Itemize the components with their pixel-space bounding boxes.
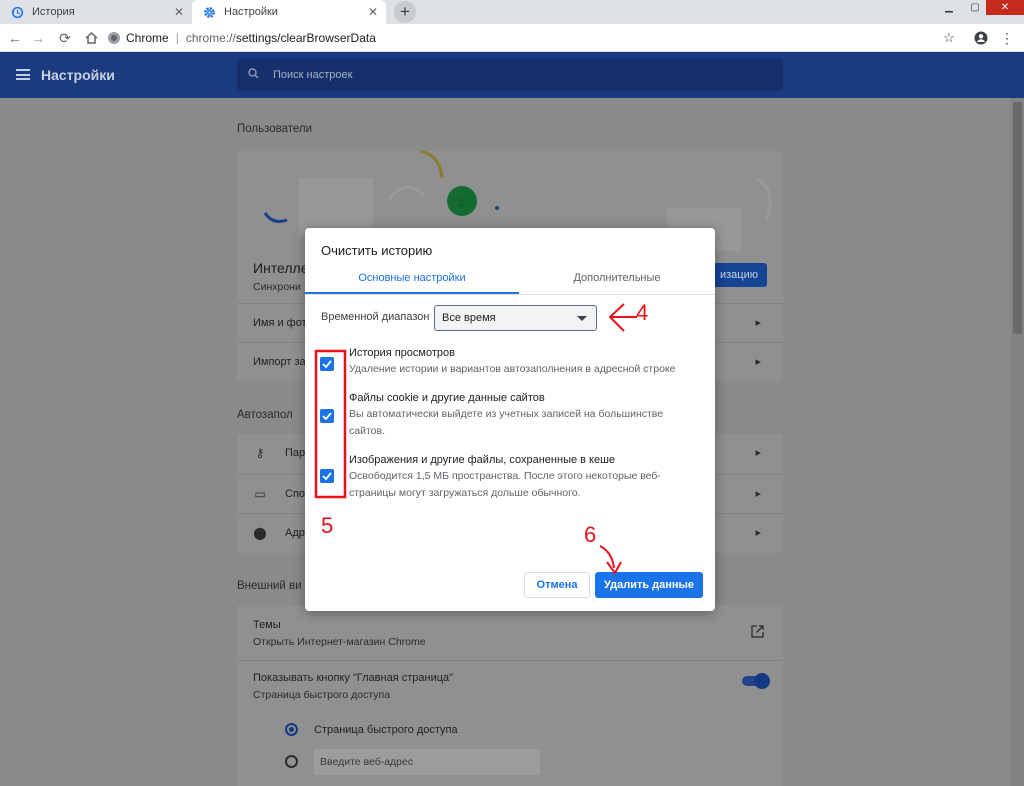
- item-description: Освободится 1,5 МБ пространства. После э…: [349, 470, 661, 499]
- home-button-toggle[interactable]: [742, 673, 770, 689]
- chevron-right-icon: ▸: [755, 527, 761, 539]
- themes-title: Темы: [253, 619, 281, 631]
- checkmark-icon: [322, 412, 332, 420]
- custom-url-input[interactable]: Введите веб-адрес: [314, 749, 540, 775]
- tab-history[interactable]: История ✕: [0, 0, 192, 24]
- window-close-icon[interactable]: ✕: [986, 0, 1024, 15]
- tab-basic-settings[interactable]: Основные настройки: [305, 272, 519, 294]
- radio-custom-url[interactable]: [285, 755, 298, 768]
- annotation-number-5: 5: [321, 513, 334, 538]
- site-label: Chrome: [126, 31, 169, 45]
- home-button-subtitle: Страница быстрого доступа: [253, 689, 391, 701]
- delete-data-button[interactable]: Удалить данные: [595, 572, 703, 598]
- chevron-right-icon: ▸: [755, 488, 761, 500]
- section-appearance-label: Внешний ви: [237, 580, 302, 592]
- toggle-knob: [754, 673, 770, 689]
- themes-subtitle: Открыть Интернет-магазин Chrome: [253, 636, 426, 648]
- back-icon[interactable]: ←: [5, 28, 25, 48]
- checkmark-icon: [322, 472, 332, 480]
- home-button-title: Показывать кнопку "Главная страница": [253, 672, 454, 684]
- row-label: Адр: [285, 527, 305, 539]
- checkmark-icon: [322, 360, 332, 368]
- item-title: Файлы cookie и другие данные сайтов: [349, 392, 545, 404]
- close-icon[interactable]: ✕: [174, 5, 184, 19]
- location-pin-icon: ⬤: [253, 526, 267, 540]
- item-description: Вы автоматически выйдете из учетных запи…: [349, 408, 664, 437]
- external-link-icon[interactable]: [751, 625, 764, 641]
- scrollbar-thumb[interactable]: [1013, 102, 1022, 334]
- url-input-placeholder: Введите веб-адрес: [320, 756, 414, 768]
- minimize-icon[interactable]: ▁: [935, 0, 963, 15]
- settings-header: Настройки: [0, 52, 1024, 98]
- svg-text:$: $: [458, 195, 465, 209]
- url-path: settings/clearBrowserData: [235, 31, 376, 45]
- home-icon[interactable]: [81, 28, 101, 48]
- omnibox-separator: |: [175, 31, 179, 45]
- account-icon[interactable]: [971, 28, 991, 48]
- page-title: Настройки: [41, 67, 115, 83]
- chrome-icon: [108, 32, 120, 44]
- search-input[interactable]: [273, 66, 573, 84]
- item-description: Удаление истории и вариантов автозаполне…: [349, 363, 676, 375]
- row-label: Пар: [285, 447, 306, 459]
- hamburger-menu-icon[interactable]: [16, 69, 30, 80]
- tab-divider: [305, 294, 715, 295]
- bookmark-star-icon[interactable]: ☆: [939, 28, 959, 48]
- new-tab-button[interactable]: +: [394, 1, 416, 23]
- key-icon: ⚷: [255, 446, 265, 460]
- row-label: Импорт за: [253, 356, 306, 368]
- url-scheme: chrome://: [185, 31, 236, 45]
- tab-advanced[interactable]: Дополнительные: [519, 272, 715, 294]
- browser-toolbar: ← → ⟳ Chrome | chrome://settings/clearBr…: [0, 24, 1024, 52]
- row-label: Спо: [285, 488, 306, 500]
- tab-label: История: [32, 6, 75, 18]
- tab-label: Настройки: [224, 6, 278, 18]
- menu-dots-icon[interactable]: ⋮: [997, 28, 1017, 48]
- settings-search[interactable]: [237, 59, 783, 91]
- close-icon[interactable]: ✕: [368, 5, 378, 19]
- profile-name: Интелле: [253, 260, 309, 276]
- tab-strip: История ✕ Настройки ✕ + ▁ ▢ ✕: [0, 0, 1024, 24]
- forward-icon[interactable]: →: [28, 28, 48, 48]
- annotation-number-4: 4: [636, 300, 649, 325]
- history-icon: [10, 5, 24, 19]
- dropdown-arrow-icon: [577, 316, 587, 321]
- row-label: Имя и фот: [253, 317, 307, 329]
- reload-icon[interactable]: ⟳: [55, 28, 75, 48]
- radio-ntp[interactable]: [285, 723, 298, 736]
- page-scrollbar[interactable]: [1011, 98, 1024, 786]
- chevron-right-icon: ▸: [755, 317, 761, 329]
- item-title: Изображения и другие файлы, сохраненные …: [349, 454, 616, 466]
- time-range-select[interactable]: Все время: [434, 305, 597, 331]
- gear-icon: [202, 5, 216, 19]
- section-autofill-label: Автозапол: [237, 409, 293, 421]
- checkbox-cached-images[interactable]: [320, 469, 334, 483]
- section-people-label: Пользователи: [237, 123, 313, 135]
- clear-history-dialog: Очистить историю Основные настройки Допо…: [305, 228, 715, 611]
- checkbox-browsing-history[interactable]: [320, 357, 334, 371]
- dialog-title: Очистить историю: [321, 243, 433, 258]
- time-range-label: Временной диапазон: [321, 311, 430, 323]
- address-bar[interactable]: Chrome | chrome://settings/clearBrowserD…: [108, 27, 964, 49]
- appearance-card: Темы Открыть Интернет-магазин Chrome Пок…: [237, 605, 783, 786]
- search-icon: [248, 68, 259, 82]
- time-range-value: Все время: [442, 312, 496, 324]
- tab-settings[interactable]: Настройки ✕: [192, 0, 386, 24]
- url-text: chrome://settings/clearBrowserData: [186, 31, 376, 45]
- cancel-button[interactable]: Отмена: [524, 572, 590, 598]
- radio-ntp-label: Страница быстрого доступа: [314, 724, 458, 736]
- chevron-right-icon: ▸: [755, 447, 761, 459]
- item-title: История просмотров: [349, 347, 455, 359]
- annotation-number-6: 6: [584, 522, 597, 547]
- checkbox-cookies[interactable]: [320, 409, 334, 423]
- row-home-button[interactable]: Показывать кнопку "Главная страница" Стр…: [237, 660, 783, 716]
- credit-card-icon: ▭: [254, 487, 266, 501]
- profile-sync-status: Синхрони: [253, 281, 301, 293]
- radio-dot: [289, 727, 294, 732]
- chevron-right-icon: ▸: [755, 356, 761, 368]
- maximize-icon[interactable]: ▢: [961, 0, 989, 15]
